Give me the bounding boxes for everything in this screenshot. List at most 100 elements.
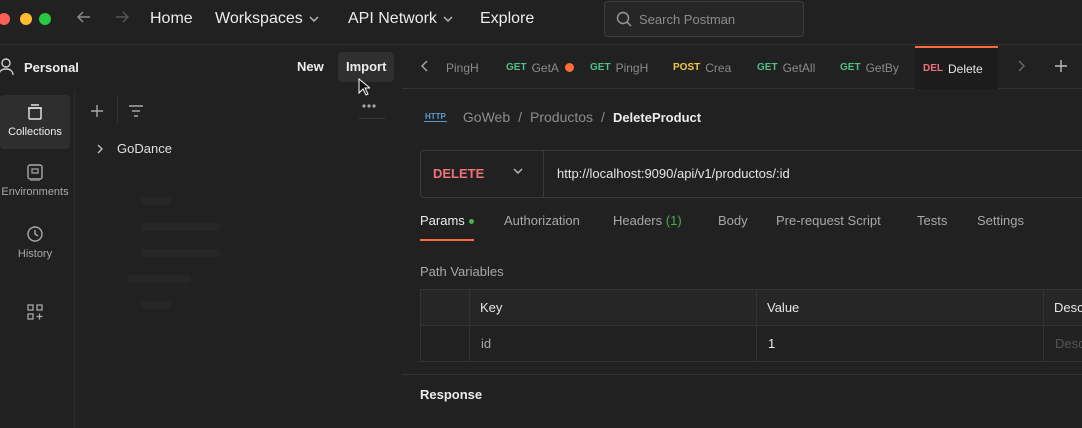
tab-name: GetA xyxy=(531,60,559,75)
sidebar-item-environments[interactable]: Environments xyxy=(0,163,70,207)
tab-name: PingH xyxy=(615,60,649,75)
path-variables-title: Path Variables xyxy=(420,264,504,279)
tab-pre-request-script[interactable]: Pre-request Script xyxy=(776,213,881,241)
tab-settings[interactable]: Settings xyxy=(977,213,1024,241)
param-key: id xyxy=(481,336,492,351)
add-collection-icon[interactable] xyxy=(89,103,105,122)
loading-placeholder xyxy=(141,197,171,205)
sidebar-item-workbench[interactable] xyxy=(0,303,70,333)
divider xyxy=(543,151,544,197)
request-editor: HTTP GoWeb / Productos / DeleteProduct D… xyxy=(402,90,1082,428)
breadcrumb-separator: / xyxy=(601,109,605,125)
loading-placeholder xyxy=(141,301,171,309)
divider xyxy=(1043,290,1044,362)
nav-explore-label: Explore xyxy=(480,10,535,27)
sidebar-item-history[interactable]: History xyxy=(0,225,70,269)
collection-item[interactable]: GoDance xyxy=(95,141,172,156)
chevron-down-icon xyxy=(443,14,453,27)
collections-icon xyxy=(28,104,42,120)
add-workbench-icon xyxy=(27,304,43,320)
response-panel: Response xyxy=(402,374,1082,428)
chevron-down-icon[interactable] xyxy=(513,165,523,179)
new-tab-icon[interactable] xyxy=(1054,59,1068,76)
tab-method: DEL xyxy=(923,63,943,74)
breadcrumb-current[interactable]: DeleteProduct xyxy=(613,110,701,125)
history-icon xyxy=(27,226,43,242)
nav-home[interactable]: Home xyxy=(150,10,193,28)
url-input[interactable]: http://localhost:9090/api/v1/productos/:… xyxy=(557,166,790,181)
loading-placeholder xyxy=(141,223,221,231)
tab-name: Crea xyxy=(705,60,732,75)
tab-method: GET xyxy=(506,62,527,73)
tab-label: Headers xyxy=(613,213,663,228)
window-minimize-button[interactable] xyxy=(20,13,32,25)
search-icon xyxy=(616,11,632,27)
breadcrumb-item[interactable]: Productos xyxy=(530,109,593,125)
tabs-scroll-right-icon[interactable] xyxy=(1016,60,1026,75)
nav-explore[interactable]: Explore xyxy=(480,10,534,28)
more-options-icon[interactable] xyxy=(359,99,385,119)
tab-name: Delete xyxy=(948,61,983,76)
tab-method: GET xyxy=(840,62,861,73)
collections-toolbar xyxy=(75,91,401,131)
tab-name: PingH xyxy=(446,60,479,75)
http-icon: HTTP xyxy=(424,112,447,122)
filter-icon[interactable] xyxy=(117,97,143,123)
loading-placeholder xyxy=(127,275,191,283)
divider xyxy=(756,290,757,362)
table-row: id 1 Desc xyxy=(421,326,1082,362)
response-title[interactable]: Response xyxy=(420,387,482,402)
sidebar-item-collections[interactable]: Collections xyxy=(0,95,70,149)
new-button[interactable]: New xyxy=(289,52,332,82)
url-bar: DELETE http://localhost:9090/api/v1/prod… xyxy=(420,150,1082,198)
top-bar: Home Workspaces API Network Explore Sear… xyxy=(0,0,1082,45)
nav-workspaces-label: Workspaces xyxy=(215,10,303,27)
tab-tests[interactable]: Tests xyxy=(917,213,947,241)
column-header-description: Desc xyxy=(1054,300,1082,315)
sidebar-item-label: Collections xyxy=(8,126,62,138)
param-description-input[interactable]: Desc xyxy=(1055,326,1082,362)
request-tab-active[interactable]: DEL Delete xyxy=(915,46,998,89)
request-tab[interactable]: PingH xyxy=(446,46,484,89)
request-tab[interactable]: GET GetAll xyxy=(757,46,821,89)
tab-headers[interactable]: Headers (1) xyxy=(613,213,682,241)
chevron-down-icon xyxy=(309,14,319,27)
collections-pane: GoDance xyxy=(74,91,400,428)
search-placeholder: Search Postman xyxy=(639,11,736,27)
tabs-scroll-left-icon[interactable] xyxy=(420,60,430,75)
request-tab[interactable]: POST Crea xyxy=(673,46,735,89)
method-select[interactable]: DELETE xyxy=(433,166,484,181)
column-header-key: Key xyxy=(480,300,503,315)
tab-authorization[interactable]: Authorization xyxy=(504,213,580,241)
request-tab[interactable]: GET GetA xyxy=(506,46,574,89)
window-zoom-button[interactable] xyxy=(39,13,51,25)
breadcrumb-separator: / xyxy=(518,109,522,125)
environments-icon xyxy=(27,164,43,181)
tab-method: GET xyxy=(590,62,611,73)
user-icon xyxy=(0,58,16,79)
table-header-row: Key Value Desc xyxy=(421,290,1082,326)
param-value-input[interactable]: 1 xyxy=(768,326,775,362)
tab-method: POST xyxy=(673,62,701,73)
workspace-name[interactable]: Personal xyxy=(24,60,79,75)
unsaved-dot-icon xyxy=(564,63,574,72)
request-tab[interactable]: GET GetBy xyxy=(840,46,902,89)
tab-body[interactable]: Body xyxy=(718,213,748,241)
tab-name: GetAll xyxy=(782,60,816,75)
nav-api-network[interactable]: API Network xyxy=(348,10,453,28)
workspace-header: Personal New Import xyxy=(0,46,400,90)
breadcrumb-item[interactable]: GoWeb xyxy=(463,109,510,125)
divider xyxy=(469,290,470,362)
tab-label: Params xyxy=(420,213,465,228)
tab-params[interactable]: Params xyxy=(420,213,474,241)
window-close-button[interactable] xyxy=(0,13,10,25)
back-arrow-icon[interactable] xyxy=(76,9,92,30)
forward-arrow-icon[interactable] xyxy=(114,9,130,30)
column-header-value: Value xyxy=(767,300,800,315)
request-tab[interactable]: GET PingH xyxy=(590,46,654,89)
chevron-right-icon xyxy=(97,144,103,153)
search-input[interactable]: Search Postman xyxy=(604,1,804,37)
breadcrumb: HTTP GoWeb / Productos / DeleteProduct xyxy=(424,109,701,125)
nav-api-network-label: API Network xyxy=(348,10,437,27)
nav-workspaces[interactable]: Workspaces xyxy=(215,10,319,28)
